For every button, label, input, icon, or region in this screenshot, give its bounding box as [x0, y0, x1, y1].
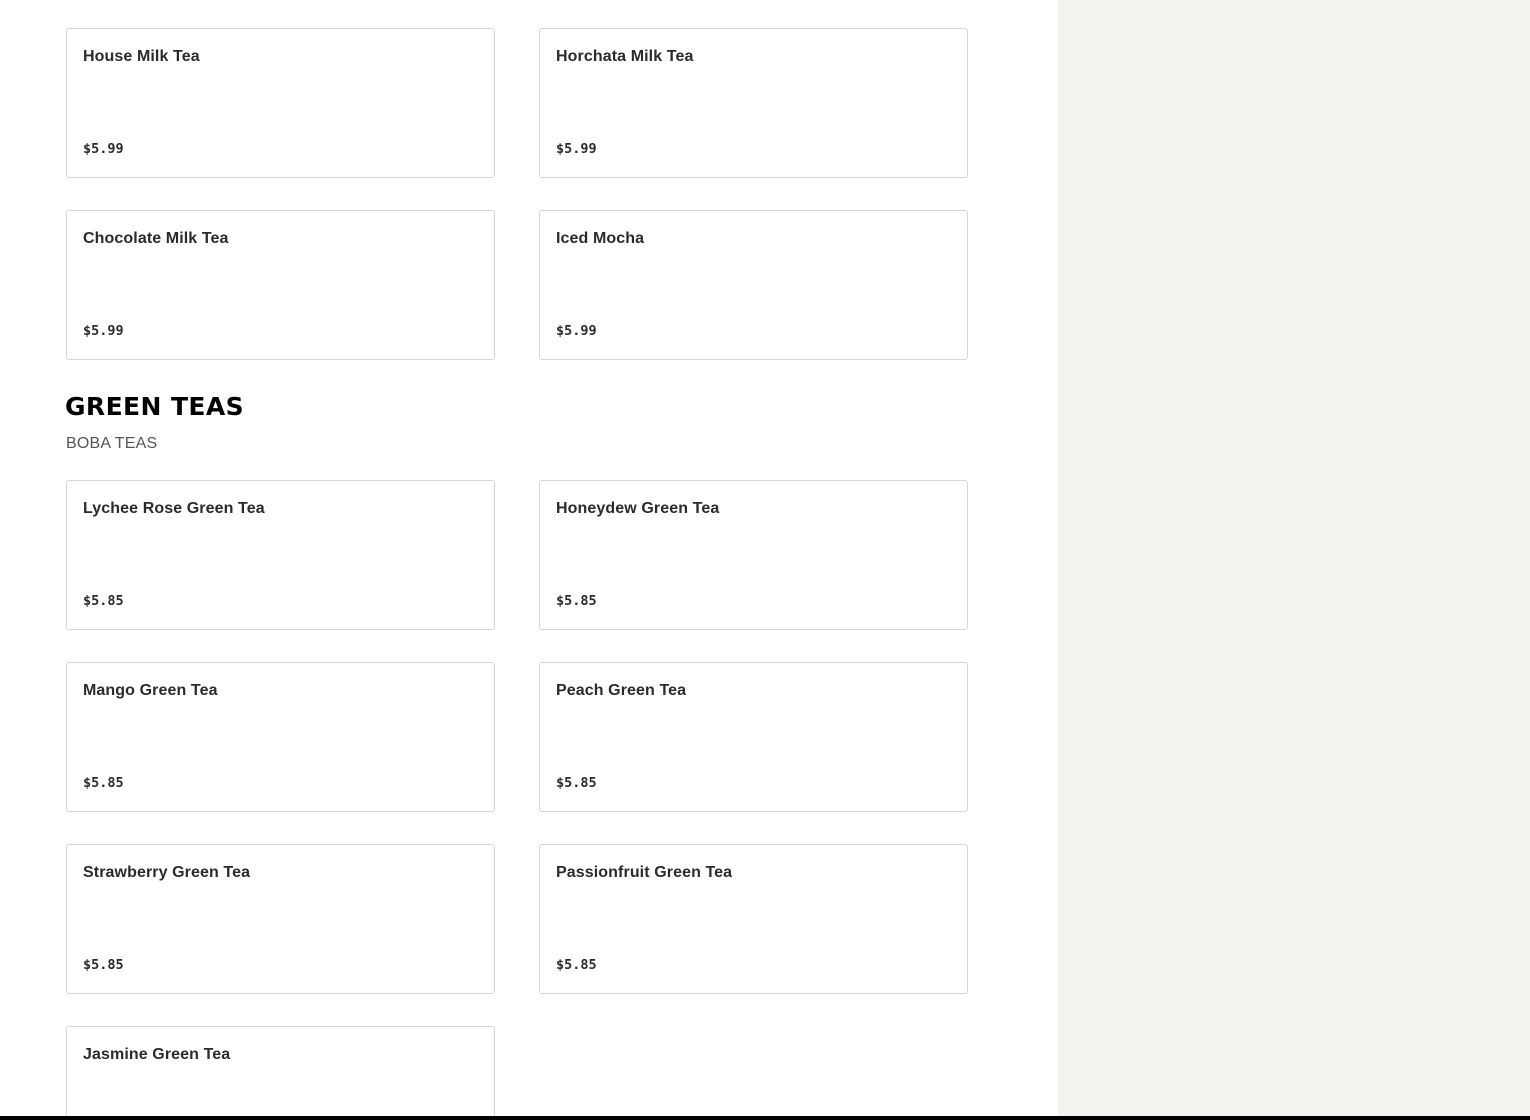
- bottom-edge-bar: [0, 1116, 1530, 1120]
- menu-item-name: House Milk Tea: [83, 48, 200, 65]
- menu-item-price: $5.85: [556, 957, 597, 973]
- menu-item-name: Lychee Rose Green Tea: [83, 500, 265, 517]
- menu-item-card[interactable]: Passionfruit Green Tea $5.85: [539, 844, 968, 994]
- menu-item-name: Horchata Milk Tea: [556, 48, 694, 65]
- menu-item-price: $5.85: [556, 593, 597, 609]
- menu-item-name: Jasmine Green Tea: [83, 1046, 231, 1063]
- menu-item-price: $5.99: [556, 323, 597, 339]
- menu-item-price: $5.85: [83, 775, 124, 791]
- menu-item-card[interactable]: Lychee Rose Green Tea $5.85: [66, 480, 495, 630]
- menu-item-price: $5.99: [83, 323, 124, 339]
- menu-item-card[interactable]: Strawberry Green Tea $5.85: [66, 844, 495, 994]
- menu-item-card[interactable]: Jasmine Green Tea: [66, 1026, 495, 1120]
- menu-item-name: Strawberry Green Tea: [83, 864, 251, 881]
- menu-item-name: Honeydew Green Tea: [556, 500, 720, 517]
- menu-item-name: Peach Green Tea: [556, 682, 687, 699]
- menu-item-name: Passionfruit Green Tea: [556, 864, 733, 881]
- menu-item-card[interactable]: Horchata Milk Tea $5.99: [539, 28, 968, 178]
- menu-item-name: Chocolate Milk Tea: [83, 230, 229, 247]
- menu-page: House Milk Tea $5.99 Horchata Milk Tea $…: [0, 0, 1530, 1120]
- section-title: GREEN TEAS: [65, 392, 245, 421]
- side-panel: [1058, 0, 1530, 1120]
- menu-item-price: $5.85: [83, 957, 124, 973]
- menu-item-price: $5.99: [556, 141, 597, 157]
- menu-item-card[interactable]: Chocolate Milk Tea $5.99: [66, 210, 495, 360]
- menu-item-card[interactable]: House Milk Tea $5.99: [66, 28, 495, 178]
- menu-item-card[interactable]: Mango Green Tea $5.85: [66, 662, 495, 812]
- menu-item-price: $5.99: [83, 141, 124, 157]
- menu-main-column: House Milk Tea $5.99 Horchata Milk Tea $…: [0, 0, 1058, 1120]
- menu-item-card[interactable]: Iced Mocha $5.99: [539, 210, 968, 360]
- menu-item-price: $5.85: [556, 775, 597, 791]
- menu-item-price: $5.85: [83, 593, 124, 609]
- section-subtitle: BOBA TEAS: [66, 435, 158, 452]
- menu-item-card[interactable]: Honeydew Green Tea $5.85: [539, 480, 968, 630]
- menu-item-name: Mango Green Tea: [83, 682, 218, 699]
- menu-item-name: Iced Mocha: [556, 230, 645, 247]
- menu-item-card[interactable]: Peach Green Tea $5.85: [539, 662, 968, 812]
